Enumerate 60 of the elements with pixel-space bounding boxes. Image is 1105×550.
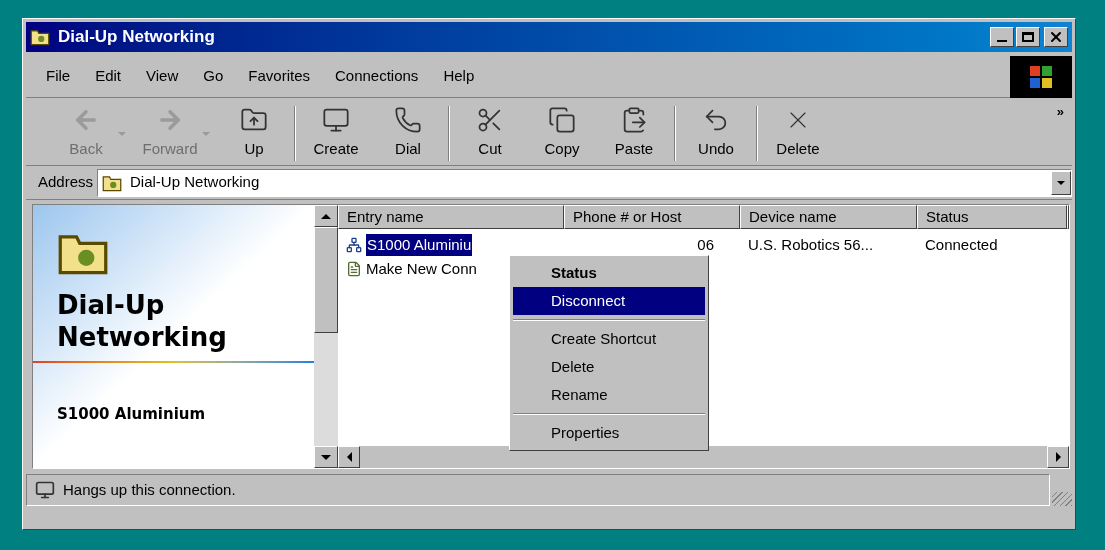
- table-cell-text: 06: [697, 234, 714, 255]
- windows-logo-icon: [1010, 56, 1072, 98]
- maximize-button[interactable]: [1016, 27, 1040, 47]
- column-header[interactable]: Entry name: [338, 205, 564, 229]
- scroll-thumb[interactable]: [314, 227, 338, 333]
- address-label: Address: [38, 172, 94, 193]
- address-field[interactable]: Dial-Up Networking: [97, 168, 1072, 197]
- toolbar-button[interactable]: Undo: [680, 106, 752, 161]
- toolbar-button[interactable]: Dial: [372, 106, 444, 161]
- scroll-down-button[interactable]: [314, 446, 338, 468]
- menu-item[interactable]: Favorites: [248, 65, 310, 88]
- column-header[interactable]: Status: [917, 205, 1067, 229]
- status-text: Hangs up this connection.: [63, 479, 236, 500]
- toolbar-button[interactable]: Paste: [598, 106, 670, 161]
- table-cell[interactable]: S1000 Aluminiu: [366, 233, 473, 257]
- menu-item[interactable]: Connections: [335, 65, 419, 88]
- menu-item[interactable]: Create Shortcut: [513, 325, 705, 353]
- horizontal-scrollbar[interactable]: [338, 446, 1069, 468]
- menu-item[interactable]: Rename: [513, 381, 705, 409]
- scroll-up-button[interactable]: [314, 205, 338, 227]
- vertical-scrollbar[interactable]: [314, 205, 338, 468]
- column-header[interactable]: Phone # or Host: [564, 205, 740, 229]
- maximize-icon: [1022, 32, 1034, 42]
- menu-item[interactable]: File: [46, 65, 71, 88]
- menu-item[interactable]: Status: [513, 259, 705, 287]
- dropdown-caret-icon: [118, 131, 126, 136]
- resize-grip-icon: [1052, 492, 1072, 506]
- phone-icon: [394, 106, 422, 135]
- computer-icon: [35, 480, 55, 500]
- toolbar-button[interactable]: Delete: [762, 106, 834, 161]
- menu-item[interactable]: Help: [443, 65, 475, 88]
- scroll-left-button[interactable]: [338, 446, 360, 468]
- table-cell-text: Connected: [925, 234, 998, 255]
- copy-icon: [548, 106, 576, 135]
- network-icon: [346, 237, 362, 253]
- menu-item[interactable]: Disconnect: [513, 287, 705, 315]
- panel-title: Dial-Up Networking: [57, 289, 228, 353]
- window-title: Dial-Up Networking: [58, 26, 215, 49]
- folder-icon: [30, 27, 50, 47]
- toolbar-button[interactable]: Cut: [454, 106, 526, 161]
- menu-item[interactable]: Edit: [95, 65, 122, 88]
- toolbar-button[interactable]: Copy: [526, 106, 598, 161]
- column-header[interactable]: Device name: [740, 205, 917, 229]
- table-cell[interactable]: Make New Conn: [366, 257, 477, 281]
- dropdown-button[interactable]: [1051, 170, 1071, 195]
- toolbar-button[interactable]: Create: [300, 106, 372, 161]
- close-button[interactable]: [1044, 27, 1068, 47]
- menu-item[interactable]: Properties: [513, 419, 705, 447]
- menu-item[interactable]: View: [146, 65, 179, 88]
- menu-item[interactable]: Delete: [513, 353, 705, 381]
- scroll-right-button[interactable]: [1047, 446, 1069, 468]
- menu-item[interactable]: Go: [203, 65, 224, 88]
- table-cell-text: U.S. Robotics 56...: [748, 234, 874, 255]
- dropdown-caret-icon: [202, 131, 210, 136]
- more-chevron[interactable]: »: [1056, 102, 1064, 122]
- toolbar-button[interactable]: Up: [218, 106, 290, 161]
- minimize-button[interactable]: [990, 27, 1014, 47]
- close-icon: [1048, 29, 1064, 45]
- panel-subtitle: S1000 Aluminium: [57, 404, 207, 425]
- minimize-icon: [997, 40, 1007, 42]
